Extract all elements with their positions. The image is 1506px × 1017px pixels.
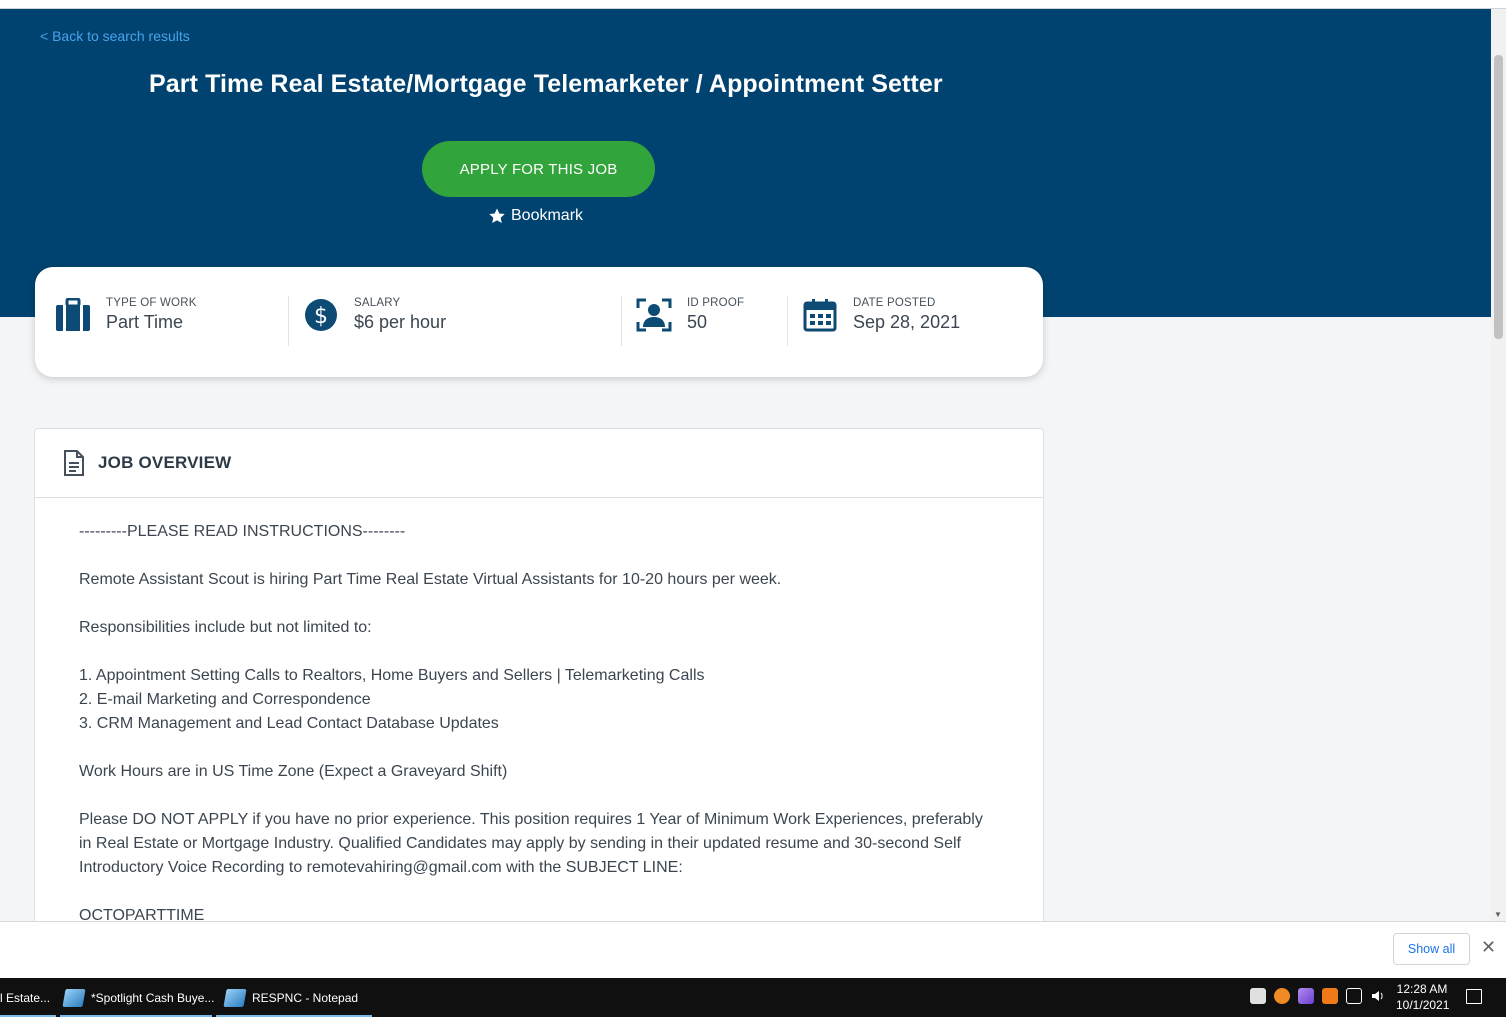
taskbar-item-real-estate[interactable]: l Estate... <box>0 978 50 1017</box>
app-tray-icon[interactable] <box>1322 988 1338 1004</box>
divider <box>621 296 622 346</box>
description-line: Responsibilities include but not limited… <box>79 619 372 636</box>
calendar-icon <box>801 296 839 334</box>
apply-button[interactable]: APPLY FOR THIS JOB <box>422 141 655 197</box>
taskbar-item-spotlight[interactable]: *Spotlight Cash Buye... <box>62 978 215 1017</box>
job-info-card: TYPE OF WORK Part Time $ SALARY $6 per h… <box>35 267 1043 377</box>
job-title: Part Time Real Estate/Mortgage Telemarke… <box>149 70 943 98</box>
info-salary: $ SALARY $6 per hour <box>302 296 446 334</box>
info-value: $6 per hour <box>354 312 447 332</box>
job-overview-title: JOB OVERVIEW <box>98 453 232 472</box>
divider <box>787 296 788 346</box>
description-line: 2. E-mail Marketing and Correspondence <box>79 691 371 708</box>
svg-text:$: $ <box>314 304 328 329</box>
info-value: Part Time <box>106 312 184 332</box>
network-icon[interactable] <box>1346 988 1362 1004</box>
taskbar-item-label: l Estate... <box>0 990 51 1005</box>
show-all-button[interactable]: Show all <box>1393 933 1470 965</box>
back-to-search-link[interactable]: < Back to search results <box>40 28 190 44</box>
close-icon[interactable]: ✕ <box>1481 937 1496 958</box>
job-overview-header: JOB OVERVIEW <box>35 429 1043 498</box>
bookmark-label: Bookmark <box>511 207 584 224</box>
page-scrollbar[interactable]: ▼ <box>1491 9 1506 921</box>
job-overview-panel: JOB OVERVIEW ---------PLEASE READ INSTRU… <box>34 428 1044 948</box>
taskbar-item-label: RESPNC - Notepad <box>252 990 359 1005</box>
download-bar: Show all ✕ <box>0 921 1506 978</box>
dollar-icon: $ <box>302 296 340 334</box>
info-label: DATE POSTED <box>853 297 936 309</box>
browser-top-strip <box>0 0 1506 9</box>
clock-date: 10/1/2021 <box>1396 998 1450 1012</box>
document-icon <box>64 450 84 476</box>
taskbar-item-label: *Spotlight Cash Buye... <box>91 990 215 1005</box>
description-line: 3. CRM Management and Lead Contact Datab… <box>79 715 499 732</box>
description-paragraph: Please DO NOT APPLY if you have no prior… <box>79 811 983 876</box>
notepad-icon <box>223 988 247 1007</box>
info-label: SALARY <box>354 297 401 309</box>
info-value: 50 <box>687 312 708 332</box>
app-tray-icon[interactable] <box>1274 988 1290 1004</box>
info-type-of-work: TYPE OF WORK Part Time <box>54 296 197 334</box>
drive-icon[interactable] <box>1250 988 1266 1004</box>
info-value: Sep 28, 2021 <box>853 312 961 332</box>
system-clock[interactable]: 12:28 AM 10/1/2021 <box>1396 981 1450 1013</box>
description-line: ---------PLEASE READ INSTRUCTIONS-------… <box>79 523 406 540</box>
id-person-icon <box>635 296 673 334</box>
scrollbar-thumb[interactable] <box>1494 55 1503 339</box>
info-label: ID PROOF <box>687 297 745 309</box>
info-id-proof: ID PROOF 50 <box>635 296 744 334</box>
info-label: TYPE OF WORK <box>106 297 197 309</box>
job-description: ---------PLEASE READ INSTRUCTIONS-------… <box>35 498 1043 928</box>
description-line: Remote Assistant Scout is hiring Part Ti… <box>79 571 782 588</box>
taskbar-item-respnc-notepad[interactable]: RESPNC - Notepad <box>223 978 359 1017</box>
bookmark-button[interactable]: Bookmark <box>488 207 583 225</box>
windows-taskbar: l Estate... *Spotlight Cash Buye... RESP… <box>0 978 1506 1017</box>
divider <box>288 296 289 346</box>
star-icon <box>489 208 505 224</box>
volume-icon[interactable] <box>1370 988 1386 1004</box>
scroll-down-icon[interactable]: ▼ <box>1494 910 1502 919</box>
briefcase-icon <box>54 296 92 334</box>
description-line: Work Hours are in US Time Zone (Expect a… <box>79 763 508 780</box>
description-line: 1. Appointment Setting Calls to Realtors… <box>79 667 705 684</box>
clock-time: 12:28 AM <box>1396 982 1448 996</box>
notification-icon[interactable] <box>1466 989 1482 1004</box>
pen-icon[interactable] <box>1298 988 1314 1004</box>
info-date-posted: DATE POSTED Sep 28, 2021 <box>801 296 960 334</box>
notepad-icon <box>62 988 86 1007</box>
